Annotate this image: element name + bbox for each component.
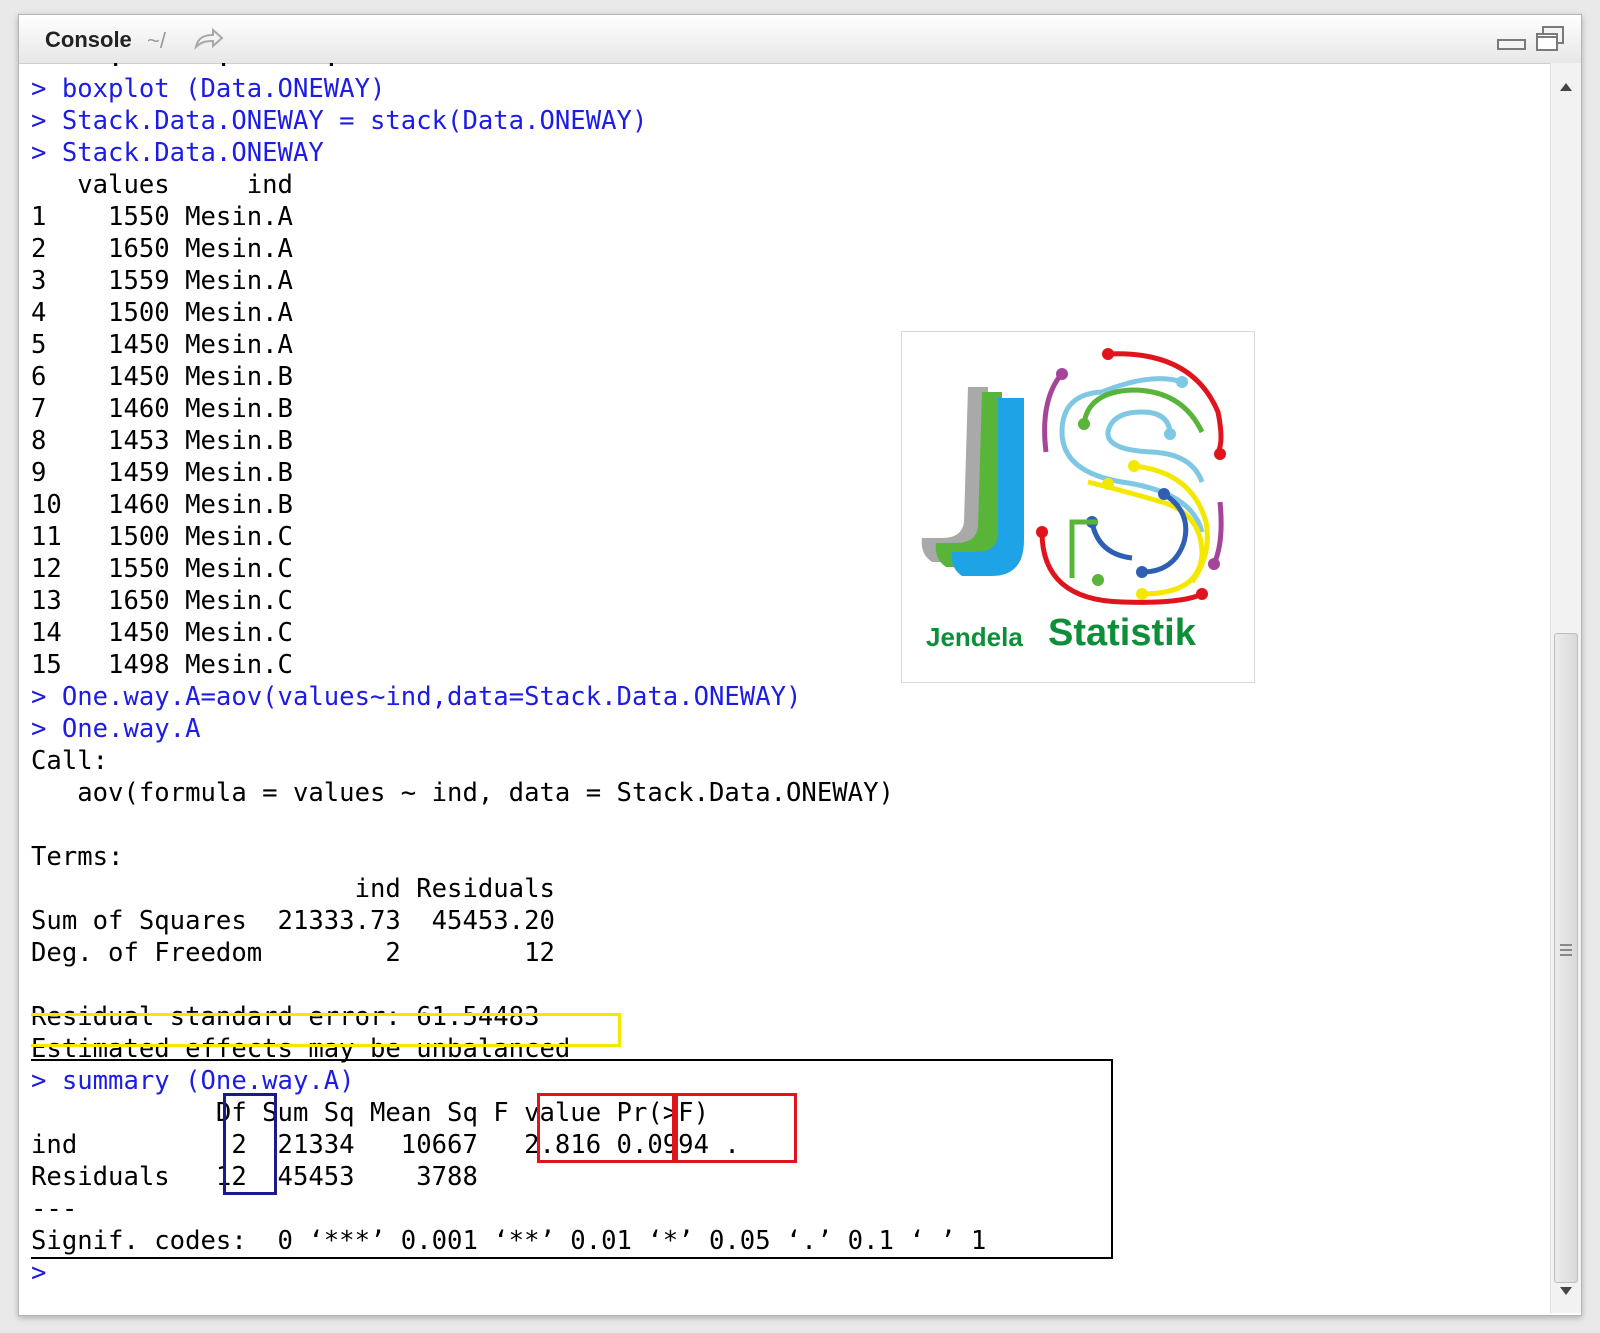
console-output-line: 3 1559 Mesin.A <box>31 266 293 296</box>
scrollbar-thumb[interactable] <box>1554 633 1578 1283</box>
jendela-statistik-logo: Jendela Statistik <box>901 331 1255 683</box>
console-output-line: Estimated effects may be unbalanced <box>31 1034 571 1064</box>
console-output-line: aov(formula = values ~ ind, data = Stack… <box>31 778 894 808</box>
console-output-line: Deg. of Freedom 2 12 <box>31 938 555 968</box>
logo-word-statistik: Statistik <box>1048 612 1196 654</box>
console-tab-title[interactable]: Console <box>45 27 132 53</box>
scroll-up-arrow-icon[interactable] <box>1559 77 1573 96</box>
console-command-line: > One.way.A=aov(values~ind,data=Stack.Da… <box>31 682 802 712</box>
partial-output-line: - -.-- -.-- -.-- <box>31 63 370 73</box>
console-output-line: Terms: <box>31 842 124 872</box>
grip-icon <box>1560 944 1572 959</box>
console-command-line: > boxplot (Data.ONEWAY) <box>31 74 386 104</box>
console-titlebar: Console ~/ <box>19 15 1581 64</box>
console-output-line: Sum of Squares 21333.73 45453.20 <box>31 906 555 936</box>
working-directory-path[interactable]: ~/ <box>147 28 166 54</box>
logo-graphic <box>921 348 1226 605</box>
maximize-icon[interactable] <box>1535 25 1565 57</box>
console-output[interactable]: - -.-- -.-- -.-- > boxplot (Data.ONEWAY)… <box>31 63 1555 1299</box>
console-command-line: > Stack.Data.ONEWAY <box>31 138 324 168</box>
console-output-line: 1 1550 Mesin.A <box>31 202 293 232</box>
console-output-line: 5 1450 Mesin.A <box>31 330 293 360</box>
console-output-line: 15 1498 Mesin.C <box>31 650 293 680</box>
console-output-line: 13 1650 Mesin.C <box>31 586 293 616</box>
logo-word-jendela: Jendela <box>926 622 1023 652</box>
console-window: Console ~/ - -.-- -.-- -.-- > boxplot (D… <box>18 14 1582 1316</box>
go-to-directory-icon[interactable] <box>193 27 225 55</box>
console-output-line: Df Sum Sq Mean Sq F value Pr(>F) <box>31 1098 709 1128</box>
console-output-line: 8 1453 Mesin.B <box>31 426 293 456</box>
console-output-line: 10 1460 Mesin.B <box>31 490 293 520</box>
console-output-line: ind 2 21334 10667 2.816 0.0994 . <box>31 1130 740 1160</box>
console-output-line: values ind <box>31 170 293 200</box>
console-output-line: 11 1500 Mesin.C <box>31 522 293 552</box>
console-output-line: Signif. codes: 0 ‘***’ 0.001 ‘**’ 0.01 ‘… <box>31 1226 987 1256</box>
vertical-scrollbar[interactable] <box>1550 63 1581 1313</box>
console-output-line: 7 1460 Mesin.B <box>31 394 293 424</box>
console-output-line: Call: <box>31 746 109 776</box>
console-command-line: > summary (One.way.A) <box>31 1066 355 1096</box>
console-output-line: --- <box>31 1194 78 1224</box>
console-output-line: Residuals 12 45453 3788 <box>31 1162 478 1192</box>
console-output-line: 4 1500 Mesin.A <box>31 298 293 328</box>
console-output-line: Residual standard error: 61.54483 <box>31 1002 540 1032</box>
console-command-line: > <box>31 1258 62 1288</box>
console-output-line: 2 1650 Mesin.A <box>31 234 293 264</box>
console-output-line: 12 1550 Mesin.C <box>31 554 293 584</box>
console-output-line: 6 1450 Mesin.B <box>31 362 293 392</box>
console-output-line: ind Residuals <box>31 874 555 904</box>
console-command-line: > Stack.Data.ONEWAY = stack(Data.ONEWAY) <box>31 106 648 136</box>
console-command-line: > One.way.A <box>31 714 201 744</box>
console-output-line: 14 1450 Mesin.C <box>31 618 293 648</box>
console-output-line: 9 1459 Mesin.B <box>31 458 293 488</box>
scroll-down-arrow-icon[interactable] <box>1559 1281 1573 1300</box>
minimize-icon[interactable] <box>1497 37 1527 56</box>
